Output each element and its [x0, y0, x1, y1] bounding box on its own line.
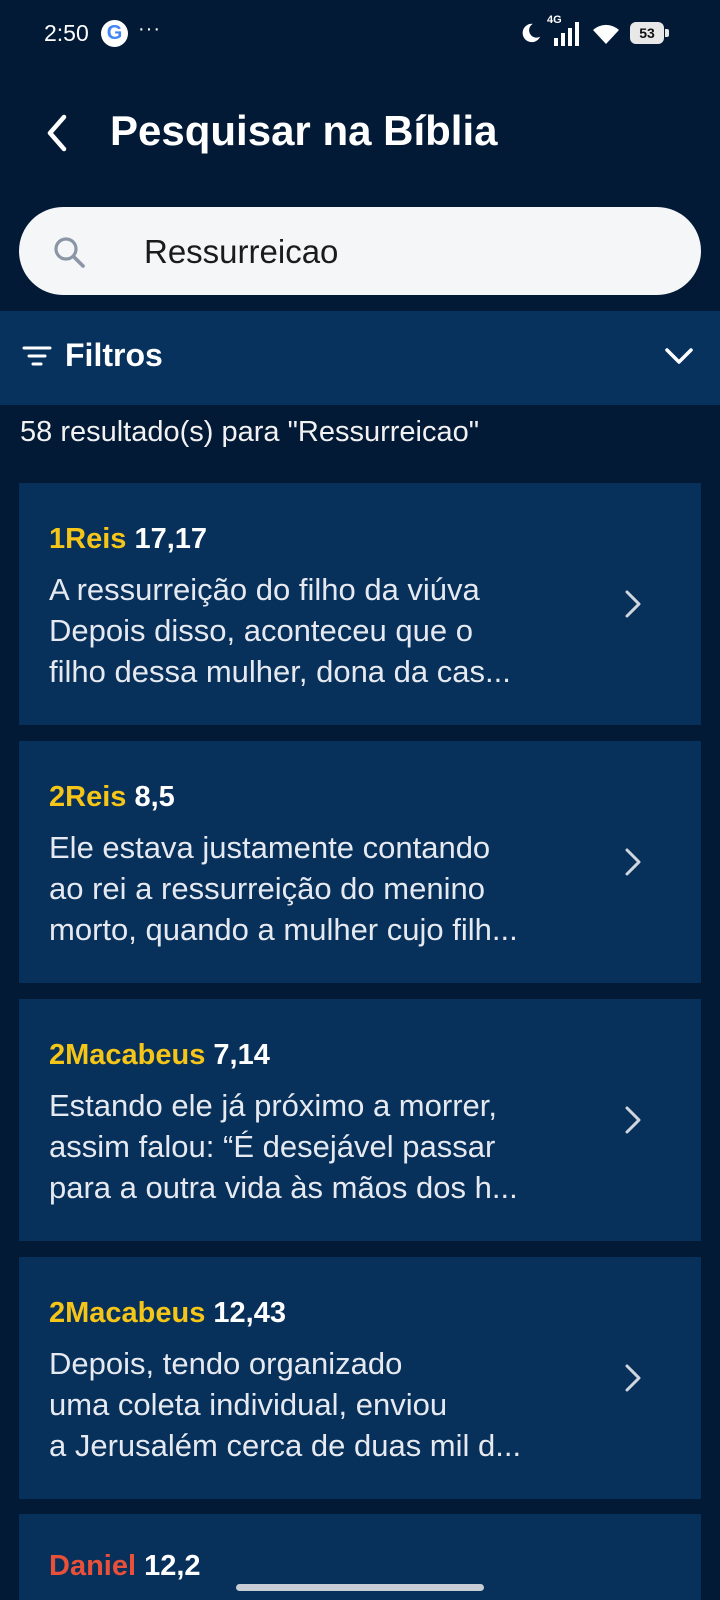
excerpt-line: ao rei a ressurreição do menino: [49, 871, 485, 906]
verse-reference: Daniel 12,2: [49, 1550, 201, 1583]
excerpt-line: Depois disso, aconteceu que o: [49, 613, 473, 648]
chevron-right-icon: [625, 590, 641, 618]
verse-reference: 1Reis 17,17: [49, 523, 207, 556]
book-name: 2Macabeus: [49, 1039, 206, 1071]
excerpt-line: assim falou: “É desejável passar: [49, 1129, 496, 1164]
chapter-verse: 12,43: [213, 1297, 286, 1329]
chevron-right-icon: [625, 848, 641, 876]
verse-excerpt: Estando ele já próximo a morrer, assim f…: [49, 1085, 589, 1208]
results-count: 58 resultado(s) para "Ressurreicao": [20, 416, 480, 448]
chevron-right-icon: [625, 1106, 641, 1134]
do-not-disturb-moon-icon: [522, 23, 541, 43]
search-input[interactable]: [142, 227, 666, 277]
chapter-verse: 7,14: [213, 1039, 270, 1071]
excerpt-line: uma coleta individual, enviou: [49, 1387, 448, 1422]
page-title: Pesquisar na Bíblia: [110, 107, 498, 154]
result-card[interactable]: 2Reis 8,5 Ele estava justamente contando…: [19, 741, 701, 983]
home-indicator[interactable]: [236, 1584, 484, 1591]
result-card[interactable]: 1Reis 17,17 A ressurreição do filho da v…: [19, 483, 701, 725]
excerpt-line: a Jerusalém cerca de duas mil d...: [49, 1428, 522, 1463]
verse-excerpt: Depois, tendo organizado uma coleta indi…: [49, 1343, 589, 1466]
verse-reference: 2Macabeus 12,43: [49, 1297, 286, 1330]
chevron-right-icon: [625, 1364, 641, 1392]
excerpt-line: Ele estava justamente contando: [49, 830, 491, 865]
excerpt-line: para a outra vida às mãos dos h...: [49, 1170, 518, 1205]
verse-excerpt: A ressurreição do filho da viúva Depois …: [49, 569, 589, 692]
book-name: 1Reis: [49, 523, 127, 555]
excerpt-line: Estando ele já próximo a morrer,: [49, 1088, 497, 1123]
app-header: Pesquisar na Bíblia: [0, 95, 720, 175]
battery-icon: 53: [630, 22, 670, 44]
search-bar[interactable]: [19, 207, 701, 295]
chevron-down-icon[interactable]: [664, 344, 694, 368]
status-time: 2:50: [44, 20, 89, 46]
result-card[interactable]: 2Macabeus 12,43 Depois, tendo organizado…: [19, 1257, 701, 1499]
excerpt-line: morto, quando a mulher cujo filh...: [49, 912, 518, 947]
chapter-verse: 12,2: [144, 1550, 201, 1582]
verse-reference: 2Reis 8,5: [49, 781, 175, 814]
result-card[interactable]: 2Macabeus 7,14 Estando ele já próximo a …: [19, 999, 701, 1241]
wifi-icon: [593, 24, 619, 44]
filters-bar[interactable]: Filtros: [0, 311, 720, 405]
excerpt-line: Depois, tendo organizado: [49, 1346, 403, 1381]
signal-icon: [554, 22, 579, 46]
filter-icon: [22, 346, 52, 366]
chevron-left-icon[interactable]: [36, 111, 80, 155]
status-bar: 2:50 G ··· 4G 53: [0, 0, 720, 70]
google-icon: G: [101, 20, 128, 47]
excerpt-line: A ressurreição do filho da viúva: [49, 572, 480, 607]
more-notifications-icon: ···: [138, 18, 161, 40]
excerpt-line: filho dessa mulher, dona da cas...: [49, 654, 511, 689]
battery-level: 53: [630, 22, 664, 44]
chapter-verse: 8,5: [134, 781, 175, 813]
verse-excerpt: Ele estava justamente contando ao rei a …: [49, 827, 589, 950]
filters-label: Filtros: [65, 337, 163, 373]
book-name: Daniel: [49, 1550, 137, 1582]
verse-reference: 2Macabeus 7,14: [49, 1039, 270, 1072]
book-name: 2Reis: [49, 781, 127, 813]
search-icon: [54, 237, 85, 268]
book-name: 2Macabeus: [49, 1297, 206, 1329]
chapter-verse: 17,17: [134, 523, 208, 555]
